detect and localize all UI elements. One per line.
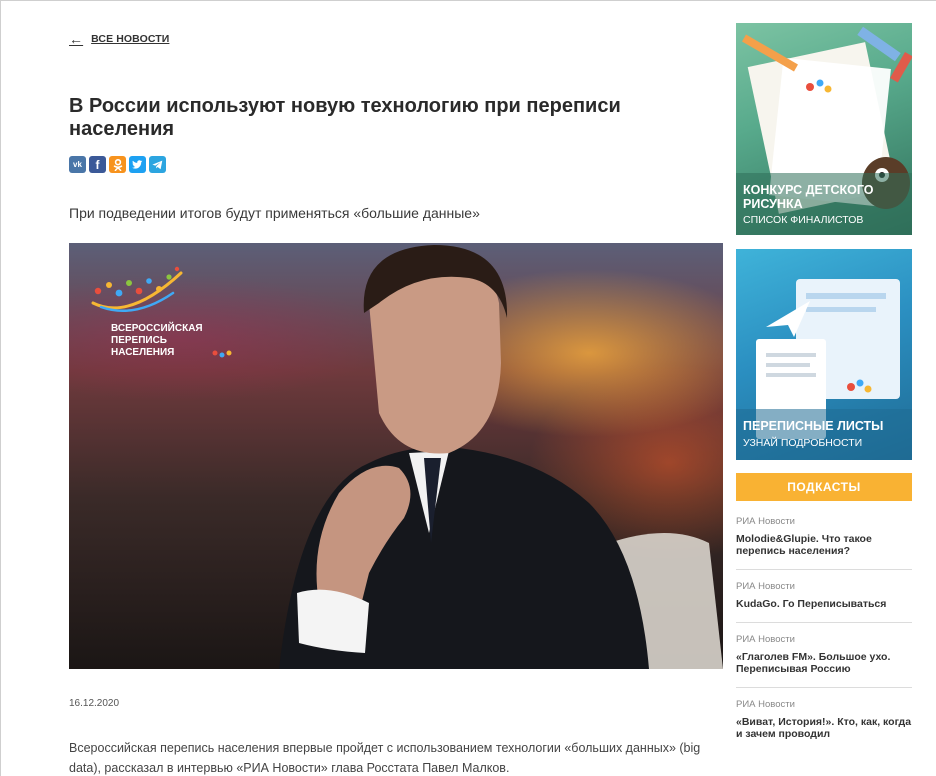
twitter-share-icon[interactable] — [129, 156, 146, 173]
page-frame: ← ВСЕ НОВОСТИ В России используют новую … — [0, 0, 936, 776]
podcast-source: РИА Новости — [736, 699, 795, 710]
logo-line-2: ПЕРЕПИСЬ — [111, 335, 167, 346]
podcast-item[interactable]: РИА Новости «Глаголев FM». Большое ухо. … — [736, 623, 912, 688]
podcast-item[interactable]: РИА Новости «Виват, История!». Кто, как,… — [736, 688, 912, 752]
podcasts-button[interactable]: ПОДКАСТЫ — [736, 473, 912, 501]
banner2-subtitle: УЗНАЙ ПОДРОБНОСТИ — [743, 437, 863, 449]
podcast-title: «Виват, История!». Кто, как, когда и зач… — [736, 716, 912, 740]
sidebar: КОНКУРС ДЕТСКОГО РИСУНКА СПИСОК ФИНАЛИСТ… — [736, 23, 912, 752]
shirt-cuff — [297, 589, 369, 653]
bird-glyph — [132, 159, 143, 169]
share-bar: vk f — [69, 156, 166, 173]
census-logo: ВСЕРОССИЙСКАЯ ПЕРЕПИСЬ НАСЕЛЕНИЯ — [91, 266, 232, 358]
banner2-title: ПЕРЕПИСНЫЕ ЛИСТЫ — [743, 419, 884, 433]
article-title: В России используют новую технологию при… — [69, 95, 621, 140]
odnoklassniki-share-icon[interactable] — [109, 156, 126, 173]
vk-share-icon[interactable]: vk — [69, 156, 86, 173]
logo-line-1: ВСЕРОССИЙСКАЯ — [111, 321, 203, 334]
podcast-source: РИА Новости — [736, 634, 795, 645]
telegram-share-icon[interactable] — [149, 156, 166, 173]
article-lead: При подведении итогов будут применяться … — [69, 205, 480, 221]
podcast-item[interactable]: РИА Новости Molodie&Glupie. Что такое пе… — [736, 505, 912, 570]
ok-glyph — [113, 158, 122, 171]
banner1-subtitle: СПИСОК ФИНАЛИСТОВ — [743, 214, 864, 226]
plane-glyph — [152, 160, 163, 169]
hero-image: ВСЕРОССИЙСКАЯ ПЕРЕПИСЬ НАСЕЛЕНИЯ — [69, 243, 723, 669]
podcast-source: РИА Новости — [736, 516, 795, 527]
banner1-title: КОНКУРС ДЕТСКОГО РИСУНКА — [743, 183, 874, 211]
podcast-source: РИА Новости — [736, 581, 795, 592]
podcast-list: РИА Новости Molodie&Glupie. Что такое пе… — [736, 505, 912, 752]
publish-date: 16.12.2020 — [69, 698, 120, 709]
hero-photo: ВСЕРОССИЙСКАЯ ПЕРЕПИСЬ НАСЕЛЕНИЯ — [91, 245, 723, 669]
podcast-title: KudaGo. Го Переписываться — [736, 598, 887, 610]
all-news-link[interactable]: ← ВСЕ НОВОСТИ — [69, 32, 169, 46]
logo-line-3: НАСЕЛЕНИЯ — [111, 347, 174, 358]
podcast-title: «Глаголев FM». Большое ухо. Переписывая … — [736, 651, 891, 675]
census-forms-banner[interactable]: ПЕРЕПИСНЫЕ ЛИСТЫ УЗНАЙ ПОДРОБНОСТИ — [736, 249, 912, 460]
facebook-share-icon[interactable]: f — [89, 156, 106, 173]
drawing-contest-banner[interactable]: КОНКУРС ДЕТСКОГО РИСУНКА СПИСОК ФИНАЛИСТ… — [736, 23, 912, 235]
article-body: Всероссийская перепись населения впервые… — [69, 741, 701, 775]
arrow-left-icon: ← — [69, 31, 84, 47]
podcast-title: Molodie&Glupie. Что такое перепись насел… — [736, 533, 872, 557]
podcast-item[interactable]: РИА Новости KudaGo. Го Переписываться — [736, 570, 912, 623]
all-news-label: ВСЕ НОВОСТИ — [91, 33, 170, 45]
